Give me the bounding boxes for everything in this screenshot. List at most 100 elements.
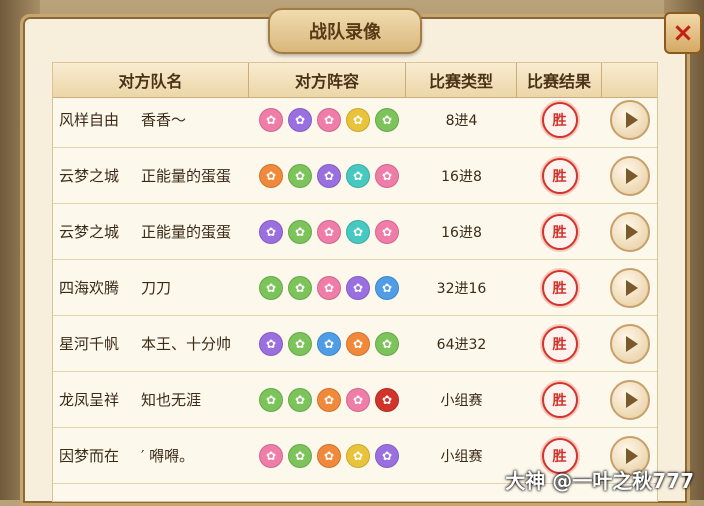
match-result-cell: 胜 [517,260,602,315]
play-replay-button[interactable] [609,379,650,420]
green-leaf-icon[interactable]: ✿ [375,331,399,356]
pink-flower-icon[interactable]: ✿ [375,163,399,188]
play-replay-button[interactable] [609,99,650,140]
pink-swirl-icon[interactable]: ✿ [375,219,399,244]
play-cell [602,98,657,147]
player-name: 香香～ [141,111,187,129]
match-type: 16进8 [441,224,482,241]
match-result-cell: 胜 [517,372,602,427]
orange-sun-icon[interactable]: ✿ [259,163,283,188]
purple-skull-icon[interactable]: ✿ [259,219,283,244]
match-result-cell: 胜 [517,316,602,371]
purple-skull-icon[interactable]: ✿ [317,163,341,188]
play-replay-button[interactable] [609,267,650,308]
header-play [602,63,657,97]
pink-flower-icon[interactable]: ✿ [317,275,341,300]
table-row[interactable]: 龙凤呈祥 知也无涯 ✿ ✿ ✿ ✿ ✿ 小组赛胜 [53,372,657,428]
table-body[interactable]: 风样自由 香香～ ✿ ✿ ✿ ✿ ✿ 8进4 胜云梦之城 正能量的蛋蛋 ✿ ✿ ✿ ✿ ✿ 16进8 胜云梦之城… [53,98,657,501]
opponent-lineup-cell: ✿ ✿ ✿ ✿ ✿ [259,148,406,203]
match-type: 64进32 [436,336,487,353]
match-result-cell: 胜 [517,98,602,147]
green-leaf-icon[interactable]: ✿ [288,275,312,300]
opponent-team-cell: 星河千帆 本王、十分帅 [59,316,249,371]
green-leaf-icon[interactable]: ✿ [259,387,283,412]
green-leaf-icon[interactable]: ✿ [288,163,312,188]
pink-swirl-icon[interactable]: ✿ [317,107,341,132]
orange-sun-icon[interactable]: ✿ [317,387,341,412]
table-row[interactable]: 四海欢腾 刀刀 ✿ ✿ ✿ ✿ ✿ 32进16 胜 [53,260,657,316]
win-stamp-icon: 胜 [541,213,578,250]
play-icon [625,335,638,352]
table-row[interactable]: 风样自由 香香～ ✿ ✿ ✿ ✿ ✿ 8进4 胜 [53,98,657,148]
table-row[interactable]: 星河千帆 本王、十分帅 ✿ ✿ ✿ ✿ ✿ 64进32 胜 [53,316,657,372]
replay-table: 对方队名 对方阵容 比赛类型 比赛结果 风样自由 香香～ ✿ ✿ ✿ ✿ ✿ 8进4 胜云梦之城… [52,62,658,502]
team-name: 四海欢腾 [59,279,120,297]
opponent-lineup-cell: ✿ ✿ ✿ ✿ ✿ [259,260,406,315]
blue-wave-icon[interactable]: ✿ [317,331,341,356]
match-result-cell: 胜 [517,148,602,203]
close-button[interactable]: × [664,12,702,54]
panel-title-text: 战队录像 [309,22,381,43]
team-name: 云梦之城 [59,167,120,185]
player-name: 刀刀 [141,279,172,297]
match-type: 小组赛 [440,448,483,465]
match-type: 32进16 [436,280,487,297]
opponent-team-cell: 云梦之城 正能量的蛋蛋 [59,148,249,203]
teal-wave-icon[interactable]: ✿ [346,219,370,244]
play-cell [602,260,657,315]
win-stamp-icon: 胜 [541,325,578,362]
play-cell [602,316,657,371]
purple-skull-icon[interactable]: ✿ [346,275,370,300]
header-match-result: 比赛结果 [517,63,602,97]
green-leaf-icon[interactable]: ✿ [288,387,312,412]
opponent-lineup-cell: ✿ ✿ ✿ ✿ ✿ [259,372,406,427]
pink-flower-icon[interactable]: ✿ [346,387,370,412]
watermark: 大神 @一叶之秋777 [505,469,694,493]
green-leaf-icon[interactable]: ✿ [288,443,312,468]
team-name: 因梦而在 [59,447,120,465]
pink-flower-icon[interactable]: ✿ [259,443,283,468]
play-icon [625,223,638,240]
close-icon: × [672,18,694,48]
green-leaf-icon[interactable]: ✿ [259,275,283,300]
opponent-lineup-cell: ✿ ✿ ✿ ✿ ✿ [259,428,406,483]
purple-skull-icon[interactable]: ✿ [288,107,312,132]
play-icon [625,167,638,184]
win-stamp-icon: 胜 [541,101,578,138]
blue-wave-icon[interactable]: ✿ [375,275,399,300]
opponent-lineup-cell: ✿ ✿ ✿ ✿ ✿ [259,98,406,147]
play-replay-button[interactable] [609,323,650,364]
table-header: 对方队名 对方阵容 比赛类型 比赛结果 [53,63,657,98]
team-name: 龙凤呈祥 [59,391,120,409]
orange-sun-icon[interactable]: ✿ [317,443,341,468]
player-name: 正能量的蛋蛋 [141,167,232,185]
red-beast-icon[interactable]: ✿ [375,387,399,412]
play-cell [602,372,657,427]
player-name: 知也无涯 [141,391,202,409]
play-replay-button[interactable] [609,211,650,252]
win-stamp-icon: 胜 [541,381,578,418]
table-row[interactable]: 云梦之城 正能量的蛋蛋 ✿ ✿ ✿ ✿ ✿ 16进8 胜 [53,204,657,260]
green-leaf-icon[interactable]: ✿ [288,331,312,356]
team-name: 风样自由 [59,111,120,129]
yellow-gem-icon[interactable]: ✿ [346,107,370,132]
pink-pagoda-icon[interactable]: ✿ [317,219,341,244]
header-match-type: 比赛类型 [406,63,517,97]
pink-flower-icon[interactable]: ✿ [259,107,283,132]
green-leaf-icon[interactable]: ✿ [375,107,399,132]
teal-wave-icon[interactable]: ✿ [346,163,370,188]
header-opponent-lineup: 对方阵容 [249,63,406,97]
player-name: 正能量的蛋蛋 [141,223,232,241]
team-name: 星河千帆 [59,335,120,353]
panel-title: 战队录像 [268,8,422,54]
yellow-gem-icon[interactable]: ✿ [346,443,370,468]
opponent-team-cell: 云梦之城 正能量的蛋蛋 [59,204,249,259]
play-replay-button[interactable] [609,155,650,196]
purple-skull-icon[interactable]: ✿ [375,443,399,468]
orange-flame-icon[interactable]: ✿ [346,331,370,356]
opponent-team-cell: 因梦而在 ′ 嘚嘚。 [59,428,249,483]
table-row[interactable]: 云梦之城 正能量的蛋蛋 ✿ ✿ ✿ ✿ ✿ 16进8 胜 [53,148,657,204]
green-leaf-icon[interactable]: ✿ [288,219,312,244]
purple-skull-icon[interactable]: ✿ [259,331,283,356]
player-name: ′ 嘚嘚。 [141,447,195,465]
